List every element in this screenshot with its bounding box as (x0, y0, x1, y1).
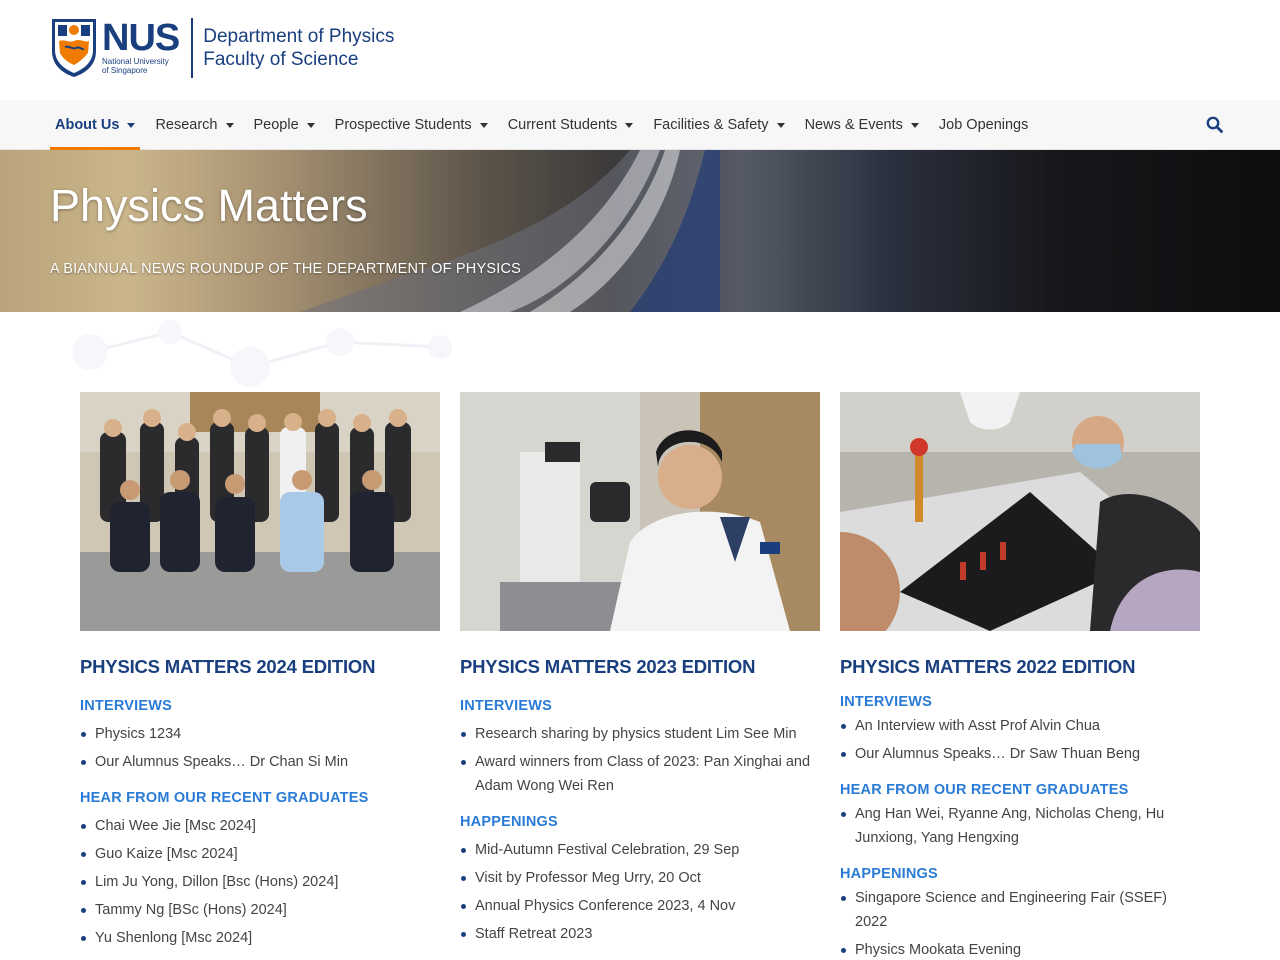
list-item[interactable]: An Interview with Asst Prof Alvin Chua (840, 714, 1200, 738)
nav-item-research[interactable]: Research (150, 100, 238, 150)
list-item[interactable]: Guo Kaize [Msc 2024] (80, 842, 440, 866)
nav-item-facilities-safety[interactable]: Facilities & Safety (648, 100, 789, 150)
nav-item-people[interactable]: People (249, 100, 320, 150)
section-heading-happenings: HAPPENINGS (460, 814, 558, 830)
nav-item-label: Facilities & Safety (653, 117, 769, 133)
nus-sub-line-2: of Singapore (102, 66, 148, 75)
site-header: NUS National University of Singapore Dep… (0, 0, 1280, 100)
nav-item-label: Current Students (507, 117, 618, 133)
list-item[interactable]: Staff Retreat 2023 (460, 922, 820, 946)
caret-down-icon (479, 122, 488, 128)
edition-title[interactable]: PHYSICS MATTERS 2023 EDITION (460, 656, 820, 678)
department-line: Department of Physics (203, 26, 395, 47)
logo-divider (191, 18, 194, 78)
list-item[interactable]: Chai Wee Jie [Msc 2024] (80, 814, 440, 838)
interviews-list: Physics 1234 Our Alumnus Speaks… Dr Chan… (80, 722, 440, 774)
happenings-list: Singapore Science and Engineering Fair (… (840, 886, 1200, 960)
list-item[interactable]: Visit by Professor Meg Urry, 20 Oct (460, 866, 820, 890)
list-item[interactable]: Our Alumnus Speaks… Dr Chan Si Min (80, 750, 440, 774)
interviews-list: Research sharing by physics student Lim … (460, 722, 820, 798)
edition-2024-card: PHYSICS MATTERS 2024 EDITION INTERVIEWS … (80, 392, 440, 954)
interviews-list: An Interview with Asst Prof Alvin Chua O… (840, 714, 1200, 766)
nav-item-label: Prospective Students (334, 117, 472, 133)
list-item[interactable]: Physics 1234 (80, 722, 440, 746)
nav-item-news-events[interactable]: News & Events (800, 100, 924, 150)
happenings-list: Mid-Autumn Festival Celebration, 29 Sep … (460, 838, 820, 946)
edition-2024-photo[interactable] (80, 392, 440, 631)
list-item[interactable]: Tammy Ng [BSc (Hons) 2024] (80, 898, 440, 922)
lab-experiment-photo-image (840, 392, 1200, 631)
list-item[interactable]: Annual Physics Conference 2023, 4 Nov (460, 894, 820, 918)
nus-sub-line-1: National University (102, 57, 169, 66)
section-heading-graduates: HEAR FROM OUR RECENT GRADUATES (80, 790, 369, 806)
list-item[interactable]: Our Alumnus Speaks… Dr Saw Thuan Beng (840, 742, 1200, 766)
nav-item-label: Job Openings (938, 117, 1029, 133)
edition-2023-card: PHYSICS MATTERS 2023 EDITION INTERVIEWS … (460, 392, 820, 950)
hero-banner: Physics Matters A BIANNUAL NEWS ROUNDUP … (0, 150, 1280, 312)
section-heading-interviews: INTERVIEWS (80, 698, 172, 714)
edition-title[interactable]: PHYSICS MATTERS 2024 EDITION (80, 656, 440, 678)
list-item[interactable]: Physics Mookata Evening (840, 938, 1200, 960)
edition-2022-card: PHYSICS MATTERS 2022 EDITION INTERVIEWS … (840, 392, 1200, 960)
caret-down-icon (776, 122, 785, 128)
nav-item-label: News & Events (804, 117, 903, 133)
faculty-line: Faculty of Science (203, 49, 359, 70)
microscope-photo-image (460, 392, 820, 631)
list-item[interactable]: Singapore Science and Engineering Fair (… (840, 886, 1200, 934)
nus-crest-icon (52, 19, 96, 77)
edition-2022-photo[interactable] (840, 392, 1200, 631)
nav-item-label: People (253, 117, 299, 133)
main-nav: About Us Research People Prospective Stu… (0, 100, 1280, 150)
search-icon[interactable] (1204, 114, 1226, 136)
list-item[interactable]: Award winners from Class of 2023: Pan Xi… (460, 750, 820, 798)
list-item[interactable]: Lim Ju Yong, Dillon [Bsc (Hons) 2024] (80, 870, 440, 894)
section-heading-happenings: HAPPENINGS (840, 866, 938, 882)
nav-item-label: Research (155, 117, 218, 133)
caret-down-icon (127, 122, 136, 128)
page-title: Physics Matters (50, 180, 368, 231)
nav-item-current-students[interactable]: Current Students (503, 100, 639, 150)
page-subtitle: A BIANNUAL NEWS ROUNDUP OF THE DEPARTMEN… (50, 261, 521, 277)
caret-down-icon (625, 122, 634, 128)
edition-title[interactable]: PHYSICS MATTERS 2022 EDITION (840, 656, 1200, 678)
nav-item-prospective-students[interactable]: Prospective Students (330, 100, 493, 150)
list-item[interactable]: Ang Han Wei, Ryanne Ang, Nicholas Cheng,… (840, 802, 1200, 850)
department-name: Department of Physics Faculty of Science (203, 25, 394, 71)
nav-item-label: About Us (55, 117, 120, 133)
group-photo-image (80, 392, 440, 631)
nus-logo[interactable]: NUS National University of Singapore Dep… (50, 17, 394, 79)
list-item[interactable]: Yu Shenlong [Msc 2024] (80, 926, 440, 950)
caret-down-icon (225, 122, 234, 128)
list-item[interactable]: Mid-Autumn Festival Celebration, 29 Sep (460, 838, 820, 862)
edition-2023-photo[interactable] (460, 392, 820, 631)
nav-item-about-us[interactable]: About Us (50, 100, 141, 150)
caret-down-icon (306, 122, 315, 128)
nav-item-job-openings[interactable]: Job Openings (934, 100, 1033, 150)
nav-list: About Us Research People Prospective Stu… (50, 100, 1043, 150)
section-heading-interviews: INTERVIEWS (460, 698, 552, 714)
graduates-list: Ang Han Wei, Ryanne Ang, Nicholas Cheng,… (840, 802, 1200, 850)
list-item[interactable]: Research sharing by physics student Lim … (460, 722, 820, 746)
section-heading-graduates: HEAR FROM OUR RECENT GRADUATES (840, 782, 1129, 798)
nus-word: NUS (102, 17, 180, 59)
nus-wordmark: NUS National University of Singapore (102, 17, 180, 75)
section-heading-interviews: INTERVIEWS (840, 694, 932, 710)
caret-down-icon (910, 122, 919, 128)
graduates-list: Chai Wee Jie [Msc 2024] Guo Kaize [Msc 2… (80, 814, 440, 950)
